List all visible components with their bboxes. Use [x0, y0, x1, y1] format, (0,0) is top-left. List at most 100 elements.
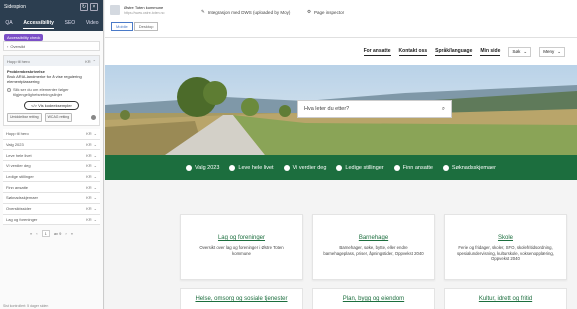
- mobile-toggle[interactable]: Mobile: [111, 22, 133, 31]
- tab-video[interactable]: Video: [86, 20, 99, 29]
- service-card[interactable]: Lag og foreninger Oversikt over lag og f…: [180, 214, 303, 280]
- card-title[interactable]: Plan, bygg og eiendom: [313, 296, 434, 302]
- card-description: Barnehager, søke, bytte, eller endre bar…: [323, 245, 424, 256]
- nav-min-side[interactable]: Min side: [480, 48, 501, 56]
- list-item[interactable]: Hopp til hero KR ⌄: [3, 129, 100, 140]
- hero-image: Hva leter du etter? ⌕: [105, 65, 577, 155]
- search-select[interactable]: Søk ⌄: [508, 47, 532, 57]
- gear-icon[interactable]: [91, 115, 96, 120]
- list-item[interactable]: Leve hele livet KR ⌄: [3, 150, 100, 162]
- list-item[interactable]: Lag og foreninger KR ⌄: [3, 214, 100, 226]
- search-icon[interactable]: ⌕: [442, 106, 445, 113]
- code-icon: </>: [31, 103, 37, 108]
- chevron-down-icon: ⌄: [93, 163, 97, 169]
- radio-icon: [7, 88, 11, 92]
- view-toggle: Mobile Desktop: [111, 22, 159, 31]
- chevron-up-icon: ⌃: [92, 58, 96, 64]
- quick-link[interactable]: Søknadsskjemaer: [442, 164, 496, 171]
- show-code-button[interactable]: </> Vis kodeeksempler: [24, 101, 79, 110]
- quick-link[interactable]: Valg 2023: [186, 164, 219, 171]
- issue-list: Hopp til hero KR ⌄ Valg 2023 KR ⌄ Leve hele …: [3, 129, 100, 226]
- quick-links-bar: Valg 2023 Leve hele livet Vi verdier deg…: [105, 155, 577, 180]
- card-description: Oversikt over lag og foreninger i Østre …: [199, 245, 284, 256]
- integration-link[interactable]: ✎ Integrasjon med DWS (uploaded by Moy): [201, 9, 290, 15]
- check-pill[interactable]: Accessibility check: [4, 34, 44, 41]
- arrow-circle-icon: [393, 164, 400, 171]
- site-url[interactable]: https://www.ostre-toten.no: [124, 11, 164, 15]
- chevron-down-icon: ⌄: [93, 216, 97, 222]
- tab-accessibility[interactable]: Accessibility: [23, 20, 54, 29]
- page-count: av 9: [53, 230, 62, 236]
- issue-section: Hopp til hero KR ⌃ Problembeskrivelse Bru…: [3, 55, 100, 126]
- quick-link[interactable]: Vi verdier deg: [283, 164, 326, 171]
- site-logo: [110, 5, 120, 15]
- website-preview: For ansatte Kontakt oss Språk/language M…: [105, 38, 577, 309]
- pagination: « ‹ 1 av 9 › »: [3, 228, 100, 238]
- chevron-down-icon: ⌄: [523, 49, 528, 54]
- gear-icon: ⚙: [307, 9, 312, 14]
- list-item[interactable]: Ledige stillinger KR ⌄: [3, 171, 100, 183]
- menu-select[interactable]: Meny ⌄: [539, 47, 565, 57]
- editor-topbar: Østre Toten kommune https://www.ostre-to…: [105, 0, 577, 38]
- last-page-icon[interactable]: »: [71, 231, 73, 236]
- chevron-down-icon: ⌄: [93, 206, 97, 212]
- chevron-down-icon: ⌄: [93, 152, 97, 158]
- list-item[interactable]: Oversiktssider KR ⌄: [3, 203, 100, 215]
- problem-text: Bruk ARIA-landmerke for å vise regulerin…: [7, 74, 82, 84]
- search-input[interactable]: Hva leter du etter? ⌕: [297, 100, 452, 118]
- tab-seo[interactable]: SEO: [65, 20, 76, 29]
- section-title: Hopp til hero: [7, 58, 30, 64]
- service-card[interactable]: Barnehage Barnehager, søke, bytte, eller…: [312, 214, 435, 280]
- tab-qa[interactable]: QA: [5, 20, 12, 29]
- list-item[interactable]: Valg 2023 KR ⌄: [3, 139, 100, 151]
- quick-link[interactable]: Ledige stillinger: [336, 164, 384, 171]
- nav-kontakt-oss[interactable]: Kontakt oss: [398, 48, 428, 56]
- service-card[interactable]: Kultur, idrett og fritid: [444, 288, 567, 309]
- prev-page-icon[interactable]: ‹: [36, 231, 37, 236]
- wcag-chip[interactable]: WCAG retting: [44, 113, 73, 122]
- status-text: Sist kontrollert: 5 dager siden: [3, 304, 49, 308]
- first-page-icon[interactable]: «: [30, 231, 32, 236]
- list-item[interactable]: Vi verdier deg KR ⌄: [3, 161, 100, 172]
- nav-language[interactable]: Språk/language: [435, 48, 473, 56]
- arrow-circle-icon: [336, 164, 343, 171]
- how-to-check[interactable]: Slik ser du om elementer følger tilgjeng…: [7, 87, 96, 97]
- arrow-circle-icon: [283, 164, 290, 171]
- service-card[interactable]: Helse, omsorg og sosiale tjenester: [180, 288, 303, 309]
- nav-for-ansatte[interactable]: For ansatte: [363, 48, 391, 56]
- chevron-left-icon: ‹: [7, 43, 9, 49]
- chevron-down-icon: ⌄: [557, 49, 561, 54]
- badge: KR: [85, 58, 91, 64]
- quick-link[interactable]: Finn ansatte: [393, 164, 433, 171]
- card-description: Ferie og fridager, skoler, SFO, skolefri…: [457, 245, 554, 261]
- card-title[interactable]: Kultur, idrett og fritid: [445, 296, 566, 302]
- site-header: For ansatte Kontakt oss Språk/language M…: [105, 38, 577, 65]
- inspector-link[interactable]: ⚙ Page inspector: [307, 9, 344, 15]
- desktop-toggle[interactable]: Desktop: [133, 22, 159, 31]
- card-title[interactable]: Helse, omsorg og sosiale tjenester: [181, 296, 302, 302]
- next-page-icon[interactable]: ›: [65, 231, 66, 236]
- page-input[interactable]: 1: [41, 229, 50, 237]
- quick-link[interactable]: Leve hele livet: [229, 164, 274, 171]
- section-header[interactable]: Hopp til hero KR ⌃: [4, 56, 99, 66]
- card-title[interactable]: Barnehage: [313, 235, 434, 241]
- page-inspector-panel: Sidespion ↻ × QA Accessibility SEO Video…: [0, 0, 104, 309]
- pencil-icon: ✎: [201, 9, 205, 14]
- chevron-down-icon: ⌄: [93, 131, 97, 137]
- service-card[interactable]: Skole Ferie og fridager, skoler, SFO, sk…: [444, 214, 567, 280]
- site-name: Østre Toten kommune: [124, 5, 164, 10]
- panel-title: Sidespion: [4, 4, 26, 10]
- close-icon[interactable]: ×: [90, 3, 98, 11]
- chevron-down-icon: ⌄: [93, 174, 97, 180]
- card-title[interactable]: Skole: [445, 235, 566, 241]
- card-title[interactable]: Lag og foreninger: [181, 235, 302, 241]
- panel-header: Sidespion ↻ × QA Accessibility SEO Video: [0, 0, 103, 31]
- chevron-down-icon: ⌄: [93, 184, 97, 190]
- service-card[interactable]: Plan, bygg og eiendom: [312, 288, 435, 309]
- arrow-circle-icon: [186, 164, 193, 171]
- breadcrumb[interactable]: ‹ Oversikt: [3, 41, 100, 51]
- fix-chip[interactable]: Umiddelbar retting: [7, 113, 42, 122]
- refresh-icon[interactable]: ↻: [80, 3, 88, 11]
- list-item[interactable]: Finn ansatte KR ⌄: [3, 182, 100, 194]
- list-item[interactable]: Søknadsskjemaer KR ⌄: [3, 193, 100, 204]
